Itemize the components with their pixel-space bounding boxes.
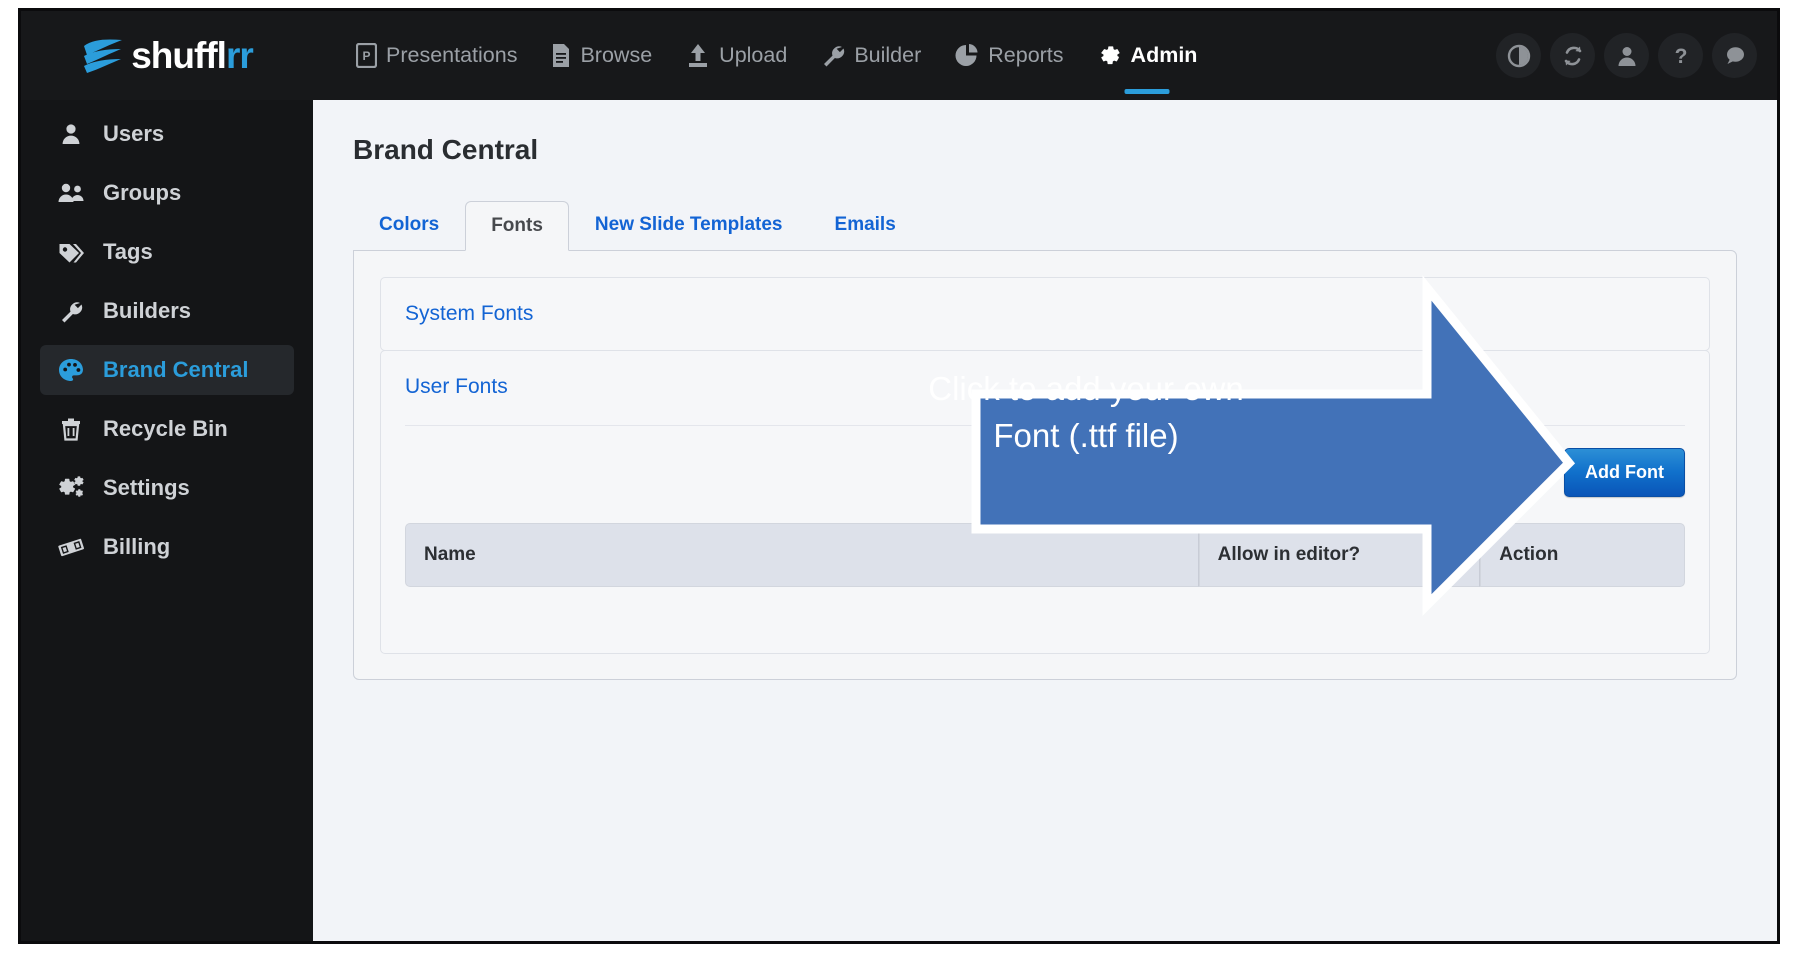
nav-label: Presentations — [386, 43, 518, 67]
help-question-icon: ? — [1674, 45, 1687, 68]
top-bar-actions: ? — [1496, 11, 1777, 100]
money-bill-icon — [57, 535, 85, 559]
nav-label: Browse — [580, 43, 653, 67]
sidebar-item-billing[interactable]: Billing — [40, 522, 294, 572]
trash-icon — [57, 417, 85, 441]
sidebar-item-settings[interactable]: Settings — [40, 463, 294, 513]
nav-label: Upload — [719, 43, 788, 67]
gear-icon — [1100, 46, 1120, 65]
user-profile-button[interactable] — [1604, 33, 1649, 78]
nav-label: Builder — [854, 43, 922, 67]
sidebar-item-label: Billing — [103, 534, 171, 559]
system-fonts-header[interactable]: System Fonts — [381, 278, 1709, 350]
nav-item-browse[interactable]: Browse — [534, 11, 669, 100]
svg-text:?: ? — [1674, 45, 1687, 68]
user-profile-icon — [1618, 46, 1635, 66]
logo-text-main: shuffl — [131, 35, 227, 76]
upload-icon — [689, 44, 708, 67]
nav-item-presentations[interactable]: P Presentations — [339, 11, 534, 100]
logo-wordmark: shufflrr — [131, 35, 254, 76]
fonts-panel: System Fonts User Fonts Add Font Name Al… — [353, 249, 1737, 680]
sidebar-item-label: Users — [103, 121, 165, 146]
wrench-icon — [57, 299, 85, 323]
sidebar-item-builders[interactable]: Builders — [40, 286, 294, 336]
column-header-name[interactable]: Name — [405, 522, 1199, 587]
app-window: shufflrr P Presentations Browse Upload B… — [18, 8, 1780, 944]
pie-chart-icon — [955, 44, 978, 66]
nav-item-reports[interactable]: Reports — [938, 11, 1080, 100]
user-fonts-table: Name Allow in editor? Action — [405, 522, 1685, 631]
sidebar-item-label: Tags — [103, 239, 153, 264]
chat-bubble-icon — [1726, 46, 1744, 64]
system-fonts-accordion[interactable]: System Fonts — [380, 276, 1710, 351]
user-icon — [57, 122, 85, 146]
nav-item-upload[interactable]: Upload — [669, 11, 804, 100]
add-font-button[interactable]: Add Font — [1564, 447, 1685, 497]
contrast-toggle-button[interactable] — [1496, 33, 1541, 78]
users-group-icon — [57, 181, 85, 205]
presentation-file-icon: P — [356, 43, 377, 68]
nav-item-admin[interactable]: Admin — [1081, 11, 1215, 100]
gears-icon — [57, 476, 85, 500]
sidebar-item-label: Settings — [103, 475, 190, 500]
tab-fonts[interactable]: Fonts — [465, 201, 569, 251]
palette-icon — [57, 358, 85, 382]
table-header-row: Name Allow in editor? Action — [405, 522, 1685, 587]
column-header-allow-in-editor[interactable]: Allow in editor? — [1198, 522, 1481, 587]
user-fonts-accordion: User Fonts Add Font Name Allow in editor… — [380, 349, 1710, 654]
svg-text:P: P — [362, 49, 370, 63]
sidebar-item-label: Builders — [103, 298, 192, 323]
sidebar-item-brand-central[interactable]: Brand Central — [40, 345, 294, 395]
chat-button[interactable] — [1712, 33, 1757, 78]
stacked-pages-logo-icon — [84, 39, 123, 73]
column-header-action[interactable]: Action — [1480, 522, 1685, 587]
sidebar-item-groups[interactable]: Groups — [40, 168, 294, 218]
tab-emails[interactable]: Emails — [809, 200, 922, 250]
user-fonts-body: Add Font Name Allow in editor? Action — [381, 424, 1709, 653]
sidebar-item-label: Recycle Bin — [103, 416, 228, 441]
table-head: Name Allow in editor? Action — [405, 522, 1685, 587]
top-navigation-bar: shufflrr P Presentations Browse Upload B… — [21, 11, 1777, 100]
wrench-icon — [824, 46, 845, 67]
sidebar-item-label: Brand Central — [103, 357, 249, 382]
sidebar-item-users[interactable]: Users — [40, 109, 294, 159]
contrast-toggle-icon — [1507, 44, 1530, 67]
refresh-sync-button[interactable] — [1550, 33, 1595, 78]
app-logo[interactable]: shufflrr — [21, 11, 313, 100]
table-empty-row — [405, 587, 1685, 631]
document-icon — [553, 44, 570, 67]
sidebar-item-label: Groups — [103, 180, 182, 205]
admin-sidebar: Users Groups Tags Builders Brand Central… — [21, 100, 313, 941]
tab-new-slide-templates[interactable]: New Slide Templates — [569, 200, 809, 250]
sidebar-item-tags[interactable]: Tags — [40, 227, 294, 277]
add-font-row: Add Font — [405, 424, 1685, 523]
nav-label: Reports — [988, 43, 1064, 67]
user-fonts-header[interactable]: User Fonts — [381, 351, 1709, 423]
page-title: Brand Central — [353, 134, 539, 165]
logo-text-accent: rr — [225, 35, 254, 76]
main-nav-items: P Presentations Browse Upload Builder Re… — [313, 11, 1496, 100]
nav-item-builder[interactable]: Builder — [804, 11, 938, 100]
tag-icon — [57, 240, 85, 264]
refresh-sync-icon — [1564, 46, 1581, 65]
table-body — [405, 587, 1685, 631]
help-button[interactable]: ? — [1658, 33, 1703, 78]
nav-label: Admin — [1130, 43, 1198, 67]
sidebar-item-recycle-bin[interactable]: Recycle Bin — [40, 404, 294, 454]
main-content: Brand Central Colors Fonts New Slide Tem… — [313, 100, 1777, 941]
tab-colors[interactable]: Colors — [353, 200, 465, 250]
brand-central-tabs: Colors Fonts New Slide Templates Emails — [353, 200, 1745, 251]
